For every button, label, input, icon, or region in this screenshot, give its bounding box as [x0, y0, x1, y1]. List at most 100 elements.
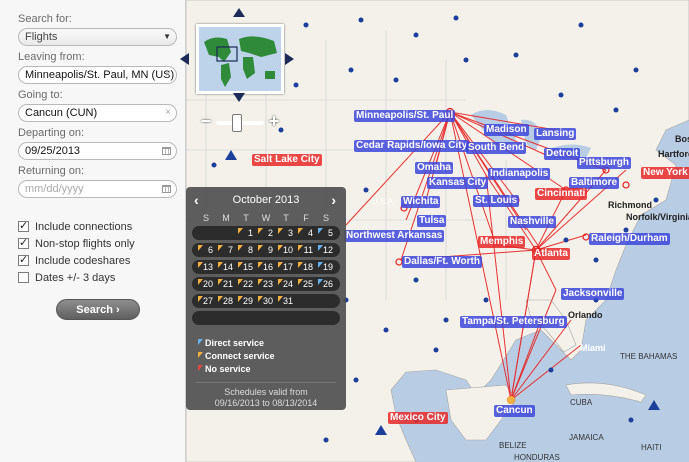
city-label[interactable]: Miami — [578, 342, 608, 354]
calendar-day[interactable]: 25 — [296, 277, 316, 291]
clear-icon[interactable]: × — [165, 105, 171, 121]
calendar-day[interactable]: 28 — [216, 294, 236, 308]
calendar-day[interactable]: 17 — [276, 260, 296, 274]
city-label[interactable]: St. Louis — [473, 195, 520, 207]
search-button[interactable]: Search › — [56, 299, 140, 320]
checkbox-checked-icon[interactable]: ✓ — [18, 255, 29, 266]
calendar-day[interactable]: 30 — [256, 294, 276, 308]
search-type-select[interactable]: Flights ▼ — [18, 28, 177, 46]
city-label[interactable]: Minneapolis/St. Paul — [354, 110, 456, 122]
checkbox-checked-icon[interactable]: ✓ — [18, 221, 29, 232]
calendar-day[interactable]: 29 — [236, 294, 256, 308]
leaving-from-input[interactable]: Minneapolis/St. Paul, MN (US) × — [18, 66, 177, 84]
departing-date-input[interactable]: 09/25/2013 — [18, 142, 177, 160]
calendar-day[interactable]: 21 — [216, 277, 236, 291]
calendar-day[interactable]: 12 — [316, 243, 336, 257]
zoom-out-button[interactable]: − — [198, 112, 214, 131]
calendar-day[interactable]: 4 — [296, 226, 316, 240]
calendar-day[interactable]: 16 — [256, 260, 276, 274]
city-label[interactable]: Richmond — [606, 199, 654, 211]
pan-left-icon[interactable] — [180, 53, 189, 65]
departing-date-value: 09/25/2013 — [25, 145, 81, 157]
city-label[interactable]: Jacksonville — [561, 288, 625, 300]
city-label[interactable]: Raleigh/Durham — [589, 233, 670, 245]
next-month-button[interactable]: › — [331, 191, 336, 209]
city-label[interactable]: Northwest Arkansas — [344, 230, 445, 242]
leaving-from-value: Minneapolis/St. Paul, MN (US) — [25, 69, 175, 81]
city-label[interactable]: Omaha — [415, 162, 453, 174]
zoom-slider-handle[interactable] — [232, 114, 242, 132]
calendar-day[interactable]: 24 — [276, 277, 296, 291]
city-label[interactable]: Pittsburgh — [577, 157, 631, 169]
pan-right-icon[interactable] — [285, 53, 294, 65]
calendar-icon[interactable] — [162, 185, 171, 193]
option-label: Include connections — [35, 220, 133, 233]
calendar-day[interactable]: 15 — [236, 260, 256, 274]
country-label: HAITI — [641, 443, 662, 452]
returning-date-input[interactable]: mm/dd/yyyy — [18, 180, 177, 198]
city-label[interactable]: Bos — [673, 133, 689, 145]
calendar-day[interactable]: 8 — [236, 243, 256, 257]
calendar-day[interactable]: 20 — [196, 277, 216, 291]
option-flexible-dates[interactable]: Dates +/- 3 days — [18, 269, 177, 286]
search-for-label: Search for: — [18, 13, 72, 25]
calendar-day[interactable]: 18 — [296, 260, 316, 274]
city-label[interactable]: Cancun — [494, 405, 535, 417]
city-label[interactable]: Cedar Rapids/Iowa City — [354, 140, 470, 152]
city-label[interactable]: Mexico City — [388, 412, 448, 424]
city-label[interactable]: South Bend — [466, 142, 527, 154]
calendar-day[interactable]: 9 — [256, 243, 276, 257]
calendar-day[interactable]: 7 — [216, 243, 236, 257]
city-label[interactable]: Nashville — [508, 216, 556, 228]
city-label[interactable]: Wichita — [401, 196, 441, 208]
city-label[interactable]: Dallas/Ft. Worth — [402, 256, 482, 268]
checkbox-unchecked-icon[interactable] — [18, 272, 29, 283]
calendar-day[interactable]: 19 — [316, 260, 336, 274]
city-label[interactable]: Detroit — [544, 148, 581, 160]
city-label[interactable]: Tampa/St. Petersburg — [460, 316, 567, 328]
city-label[interactable]: Salt Lake City — [252, 154, 322, 166]
calendar-day[interactable]: 6 — [196, 243, 216, 257]
calendar-month-title: October 2013 — [232, 194, 300, 206]
city-label[interactable]: Hartford — [656, 148, 689, 160]
city-label[interactable]: Atlanta — [532, 248, 570, 260]
calendar-day[interactable]: 27 — [196, 294, 216, 308]
calendar-day[interactable]: 3 — [276, 226, 296, 240]
city-label[interactable]: Orlando — [566, 309, 605, 321]
chevron-down-icon: ▼ — [163, 32, 171, 41]
city-label[interactable]: Indianapolis — [488, 168, 551, 180]
overview-minimap[interactable] — [196, 24, 284, 94]
city-label[interactable]: Tulsa — [417, 215, 447, 227]
city-label[interactable]: Cincinnati — [535, 188, 588, 200]
calendar-day[interactable]: 31 — [276, 294, 296, 308]
city-label[interactable]: Norfolk/Virginia — [624, 211, 689, 223]
pan-down-icon[interactable] — [233, 93, 245, 102]
calendar-day[interactable]: 1 — [236, 226, 256, 240]
calendar-day[interactable]: 11 — [296, 243, 316, 257]
city-label[interactable]: Memphis — [478, 236, 526, 248]
calendar-day[interactable]: 2 — [256, 226, 276, 240]
city-label[interactable]: Lansing — [534, 128, 577, 140]
checkbox-checked-icon[interactable]: ✓ — [18, 238, 29, 249]
calendar-icon[interactable] — [162, 147, 171, 155]
zoom-in-button[interactable]: + — [266, 112, 282, 131]
option-include-connections[interactable]: ✓ Include connections — [18, 218, 177, 235]
calendar-header: ‹ October 2013 › — [186, 191, 346, 209]
city-label[interactable]: Kansas City — [427, 177, 489, 189]
clear-icon[interactable]: × — [165, 67, 171, 83]
calendar-day[interactable]: 26 — [316, 277, 336, 291]
city-label[interactable]: Madison — [484, 124, 529, 136]
calendar-day[interactable]: 10 — [276, 243, 296, 257]
city-label[interactable]: New York — [641, 167, 689, 179]
pan-up-icon[interactable] — [233, 8, 245, 17]
calendar-day[interactable]: 13 — [196, 260, 216, 274]
calendar-day[interactable]: 23 — [256, 277, 276, 291]
going-to-input[interactable]: Cancun (CUN) × — [18, 104, 177, 122]
calendar-day[interactable]: 22 — [236, 277, 256, 291]
calendar-day[interactable]: 5 — [316, 226, 336, 240]
previous-month-button[interactable]: ‹ — [194, 191, 199, 209]
calendar-day[interactable]: 14 — [216, 260, 236, 274]
option-nonstop-only[interactable]: ✓ Non-stop flights only — [18, 235, 177, 252]
option-include-codeshares[interactable]: ✓ Include codeshares — [18, 252, 177, 269]
country-label: HONDURAS — [514, 453, 560, 462]
